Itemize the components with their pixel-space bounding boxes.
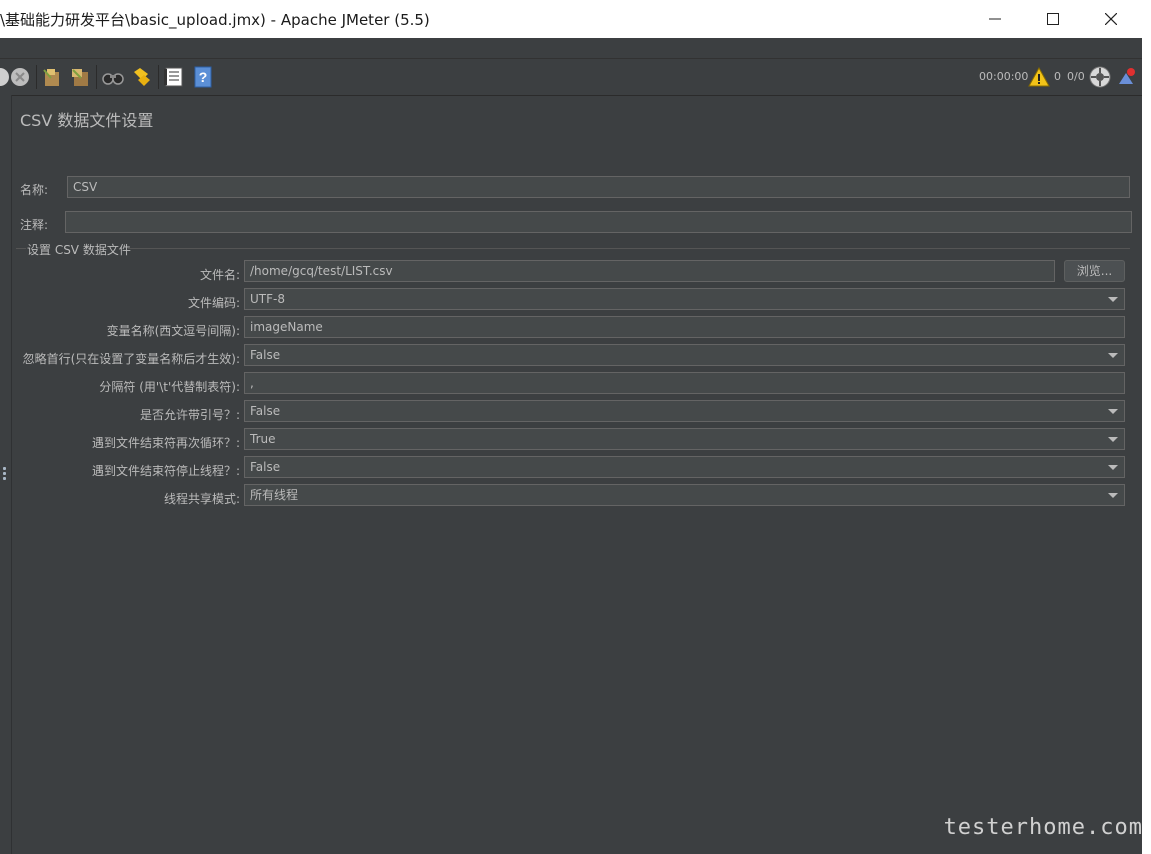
search-icon: [102, 73, 124, 85]
tree-pane-collapsed: [0, 95, 12, 854]
window-title: \基础能力研发平台\basic_upload.jmx) - Apache JMe…: [0, 11, 430, 29]
menu-bar: [0, 38, 1142, 59]
svg-text:?: ?: [199, 69, 208, 85]
chevron-down-icon: [1108, 297, 1118, 302]
function-helper-button[interactable]: [162, 65, 186, 89]
clear-all-button[interactable]: [68, 65, 92, 89]
encoding-select[interactable]: UTF-8: [244, 288, 1125, 310]
allow-quoted-value: False: [250, 404, 281, 418]
recycle-eof-value: True: [250, 432, 276, 446]
thread-count: 0/0: [1067, 70, 1085, 83]
comment-field[interactable]: [65, 211, 1132, 233]
recycle-eof-label: 遇到文件结束符再次循环？:: [91, 436, 240, 450]
comment-label: 注释:: [20, 218, 49, 232]
clear-icon: [43, 69, 59, 86]
minimize-button[interactable]: [966, 0, 1024, 38]
page-title: CSV 数据文件设置: [20, 111, 154, 130]
clear-all-icon: [72, 69, 88, 86]
warning-count: 0: [1054, 70, 1061, 83]
log-viewer-icon: [1119, 68, 1135, 84]
close-button[interactable]: [1082, 0, 1140, 38]
chevron-down-icon: [1108, 409, 1118, 414]
desktop-background: [1142, 0, 1151, 854]
name-field[interactable]: CSV: [67, 176, 1130, 198]
chevron-down-icon: [1108, 493, 1118, 498]
group-border: [128, 248, 1130, 249]
group-title: 设置 CSV 数据文件: [27, 243, 131, 257]
filename-field[interactable]: /home/gcq/test/LIST.csv: [244, 260, 1055, 282]
remote-status-icon: [1089, 66, 1111, 88]
group-border: [16, 248, 26, 249]
toolbar: ? 00:00:00 0 0/0: [0, 59, 1142, 96]
help-icon: ?: [194, 66, 212, 88]
chevron-down-icon: [1108, 353, 1118, 358]
reset-search-button[interactable]: [129, 65, 153, 89]
help-button[interactable]: ?: [191, 65, 215, 89]
sharing-mode-select[interactable]: 所有线程: [244, 484, 1125, 506]
remote-status-button[interactable]: [1088, 65, 1112, 89]
maximize-icon: [1047, 13, 1059, 25]
shutdown-icon: [11, 68, 29, 86]
ignore-first-line-select[interactable]: False: [244, 344, 1125, 366]
toolbar-separator: [96, 65, 97, 89]
window-titlebar: \基础能力研发平台\basic_upload.jmx) - Apache JMe…: [0, 0, 1143, 38]
variable-names-field[interactable]: imageName: [244, 316, 1125, 338]
toolbar-separator: [158, 65, 159, 89]
browse-button[interactable]: 浏览...: [1064, 260, 1125, 282]
encoding-value: UTF-8: [250, 292, 285, 306]
elapsed-time: 00:00:00: [979, 70, 1029, 83]
ignore-first-line-value: False: [250, 348, 281, 362]
filename-label: 文件名:: [199, 268, 240, 282]
recycle-eof-select[interactable]: True: [244, 428, 1125, 450]
encoding-label: 文件编码:: [187, 296, 240, 310]
name-label: 名称:: [20, 183, 49, 197]
toolbar-separator: [36, 65, 37, 89]
clear-button[interactable]: [40, 65, 64, 89]
shutdown-button[interactable]: [8, 65, 32, 89]
reset-search-icon: [134, 68, 150, 86]
allow-quoted-select[interactable]: False: [244, 400, 1125, 422]
chevron-down-icon: [1108, 437, 1118, 442]
function-helper-icon: [164, 67, 183, 87]
minimize-icon: [989, 18, 1001, 20]
warning-indicator[interactable]: [1027, 65, 1051, 89]
ignore-first-line-label: 忽略首行(只在设置了变量名称后才生效):: [22, 352, 240, 366]
watermark: testerhome.com: [943, 815, 1143, 840]
close-icon: [1105, 13, 1117, 25]
stop-thread-eof-select[interactable]: False: [244, 456, 1125, 478]
allow-quoted-label: 是否允许带引号？:: [139, 408, 240, 422]
sharing-mode-value: 所有线程: [250, 488, 299, 502]
jmeter-window: ? 00:00:00 0 0/0 CSV 数据文件设置 名称: CSV 注释: …: [0, 38, 1142, 854]
log-viewer-button[interactable]: [1114, 65, 1138, 89]
stop-thread-eof-value: False: [250, 460, 281, 474]
delimiter-field[interactable]: ,: [244, 372, 1125, 394]
delimiter-label: 分隔符 (用'\t'代替制表符):: [99, 380, 240, 394]
warning-icon: [1028, 67, 1050, 87]
maximize-button[interactable]: [1024, 0, 1082, 38]
search-button[interactable]: [101, 65, 125, 89]
csv-config-panel: CSV 数据文件设置 名称: CSV 注释: 设置 CSV 数据文件 文件名: …: [12, 95, 1142, 854]
variable-names-label: 变量名称(西文逗号间隔):: [106, 324, 240, 338]
sharing-mode-label: 线程共享模式:: [163, 492, 240, 506]
splitter-grip[interactable]: [3, 467, 6, 482]
chevron-down-icon: [1108, 465, 1118, 470]
stop-thread-eof-label: 遇到文件结束符停止线程？:: [91, 464, 240, 478]
